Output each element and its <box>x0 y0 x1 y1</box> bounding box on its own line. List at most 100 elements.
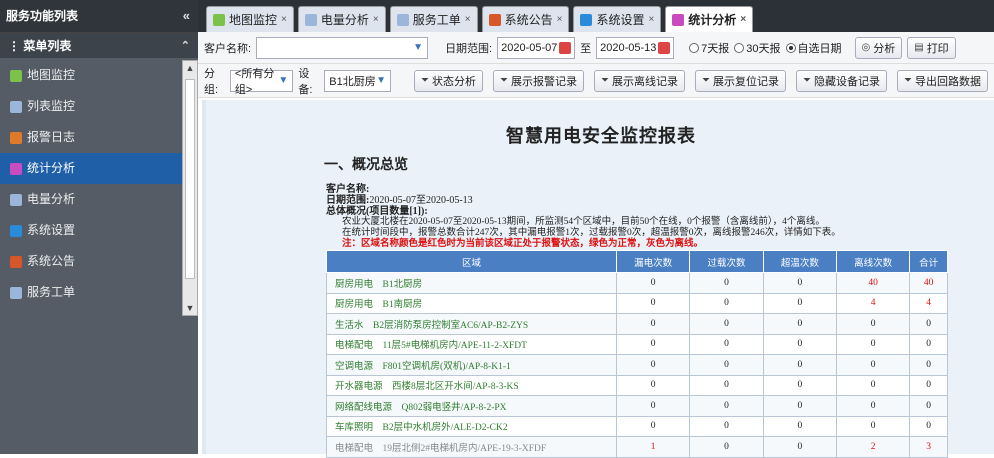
count-cell: 0 <box>689 395 764 417</box>
close-tab-icon[interactable]: × <box>281 14 287 25</box>
chevron-up-icon[interactable]: ⌃ <box>181 33 190 59</box>
menu-item-alarm-log[interactable]: 报警日志 <box>0 122 182 153</box>
radio-30-label: 30天报 <box>746 42 781 55</box>
menu-item-list[interactable]: 列表监控 <box>0 91 182 122</box>
action-button-1[interactable]: ⏷ 展示报警记录 <box>493 69 584 92</box>
tab-label: 统计分析 <box>688 13 737 27</box>
table-row[interactable]: 厨房用电 B1南厨房 0 0 0 4 4 <box>326 292 948 314</box>
count-cell: 0 <box>615 272 691 294</box>
map-icon <box>10 69 22 82</box>
device-select[interactable]: B1北厨房 ▼ <box>324 69 391 92</box>
date-from-field[interactable]: 2020-05-07 <box>497 36 576 59</box>
column-header[interactable]: 超温次数 <box>762 250 837 273</box>
tab-label: 系统设置 <box>596 13 645 27</box>
table-row[interactable]: 空调电源 F801空调机房(双机)/AP-8-K1-1 0 0 0 0 0 <box>326 354 948 376</box>
calendar-icon[interactable] <box>658 41 671 54</box>
count-cell: 0 <box>835 415 911 437</box>
tab-bar: 地图监控 × 电量分析 × 服务工单 × 系统公告 × 系统设置 × 统计分析 × <box>198 0 994 32</box>
count-cell: 0 <box>762 354 837 376</box>
radio-custom-date[interactable]: 自选日期 <box>785 40 842 56</box>
table-row[interactable]: 网络配线电源 Q802弱电竖井/AP-8-2-PX 0 0 0 0 0 <box>326 395 948 417</box>
count-cell: 0 <box>835 374 911 396</box>
filter-bar: 客户名称: ▼ 日期范围: 2020-05-07 至 2020-05-13 7天… <box>198 32 994 64</box>
tab-workorder[interactable]: 服务工单 × <box>389 6 478 32</box>
close-tab-icon[interactable]: × <box>373 14 379 25</box>
radio-7-days[interactable]: 7天报 <box>689 40 729 56</box>
action-button-4[interactable]: ⏷ 隐藏设备记录 <box>796 69 887 92</box>
menu-item-workorder[interactable]: 服务工单 <box>0 277 182 308</box>
table-row[interactable]: 开水器电源 西楼8层北区开水间/AP-8-3-KS 0 0 0 0 0 <box>326 374 948 396</box>
radio-dot[interactable] <box>689 42 700 53</box>
menu-item-power[interactable]: 电量分析 <box>0 184 182 215</box>
menu-item-label: 服务工单 <box>27 285 76 299</box>
radio-30-days[interactable]: 30天报 <box>734 40 781 56</box>
close-tab-icon[interactable]: × <box>465 14 471 25</box>
filter-icon: ⏷ <box>702 75 710 86</box>
column-header[interactable]: 离线次数 <box>835 250 911 273</box>
column-header[interactable]: 漏电次数 <box>615 250 691 273</box>
count-cell: 0 <box>762 272 837 294</box>
filter-icon: ⏷ <box>500 75 508 86</box>
action-button-3[interactable]: ⏷ 展示复位记录 <box>695 69 786 92</box>
area-cell: 厨房用电 B1南厨房 <box>326 292 617 314</box>
table-row[interactable]: 厨房用电 B1北厨房 0 0 0 40 40 <box>326 272 948 294</box>
action-button-0[interactable]: ⏷ 状态分析 <box>414 69 483 92</box>
scroll-up-icon[interactable]: ▲ <box>183 61 197 75</box>
close-tab-icon[interactable]: × <box>648 14 654 25</box>
column-header[interactable]: 合计 <box>909 250 948 273</box>
tab-notice[interactable]: 系统公告 × <box>481 6 570 32</box>
date-to-field[interactable]: 2020-05-13 <box>596 36 675 59</box>
action-button-2[interactable]: ⏷ 展示离线记录 <box>594 69 685 92</box>
menu-scrollbar[interactable]: ▲ ▼ <box>182 60 198 316</box>
count-cell: 0 <box>762 395 837 417</box>
tab-settings[interactable]: 系统设置 × <box>573 6 662 32</box>
table-row[interactable]: 生活水 B2层消防泵房控制室AC6/AP-B2-ZYS 0 0 0 0 0 <box>326 313 948 335</box>
radio-dot-selected[interactable] <box>785 42 796 53</box>
calendar-icon[interactable] <box>559 41 572 54</box>
area-cell: 电梯配电 11层5#电梯机房内/APE-11-2-XFDT <box>326 333 617 355</box>
customer-select[interactable]: ▼ <box>256 36 429 59</box>
filter-icon: ⏷ <box>803 75 811 86</box>
report-viewport: 智慧用电安全监控报表 一、概况总览 客户名称: 日期范围:2020-05-07至… <box>202 100 994 458</box>
date-to-value: 2020-05-13 <box>600 41 657 54</box>
collapse-panel-icon[interactable]: « <box>183 0 190 32</box>
tab-statistics[interactable]: 统计分析 × <box>665 6 754 32</box>
close-tab-icon[interactable]: × <box>557 14 563 25</box>
settings-icon <box>580 13 593 26</box>
count-cell: 0 <box>689 415 764 437</box>
action-button-5[interactable]: ⏷ 导出回路数据 <box>897 69 988 92</box>
menu-header[interactable]: ⋮ 菜单列表 ⌃ <box>0 32 198 58</box>
alarm-log-icon <box>10 131 22 144</box>
menu-item-map[interactable]: 地图监控 <box>0 60 182 91</box>
menu-item-label: 系统公告 <box>27 254 76 268</box>
table-header-row: 区域 漏电次数 过载次数 超温次数 离线次数 合计 <box>326 250 948 273</box>
count-cell: 0 <box>762 415 837 437</box>
tab-power[interactable]: 电量分析 × <box>297 6 386 32</box>
action-button-label: 展示离线记录 <box>612 75 678 88</box>
menu-item-statistics[interactable]: 统计分析 <box>0 153 182 184</box>
summary-text-1: 农业大厦北楼在2020-05-07至2020-05-13期间，所监测54个区域中… <box>342 217 825 227</box>
scrollbar-thumb[interactable] <box>185 79 195 279</box>
table-row[interactable]: 电梯配电 11层5#电梯机房内/APE-11-2-XFDT 0 0 0 0 0 <box>326 333 948 355</box>
column-header[interactable]: 区域 <box>326 250 617 273</box>
action-button-label: 导出回路数据 <box>915 75 981 88</box>
table-row[interactable]: 车库照明 B2层中水机房外/ALE-D2-CK2 0 0 0 0 0 <box>326 415 948 437</box>
radio-dot[interactable] <box>734 42 745 53</box>
summary-text-2: 在统计时间段中，报警总数合计247次，其中漏电报警1次，过载报警0次，超温报警0… <box>342 228 841 238</box>
date-range-line: 日期范围:2020-05-07至2020-05-13 <box>326 195 473 206</box>
group-select[interactable]: <所有分组> ▼ <box>229 68 294 96</box>
column-header[interactable]: 过载次数 <box>689 250 764 273</box>
menu-item-settings[interactable]: 系统设置 <box>0 215 182 246</box>
print-button[interactable]: ▤ 打印 <box>907 36 956 59</box>
power-icon <box>304 13 317 26</box>
menu-item-notice[interactable]: 系统公告 <box>0 246 182 277</box>
area-cell: 空调电源 F801空调机房(双机)/AP-8-K1-1 <box>326 354 617 376</box>
analyze-button[interactable]: ◎ 分析 <box>854 36 903 59</box>
close-tab-icon[interactable]: × <box>740 14 746 25</box>
group-value: <所有分组> <box>234 67 275 96</box>
tab-label: 服务工单 <box>412 13 461 27</box>
tab-map[interactable]: 地图监控 × <box>206 6 294 32</box>
menu-item-label: 列表监控 <box>27 99 76 113</box>
count-cell: 0 <box>615 292 691 314</box>
scroll-down-icon[interactable]: ▼ <box>183 301 197 315</box>
